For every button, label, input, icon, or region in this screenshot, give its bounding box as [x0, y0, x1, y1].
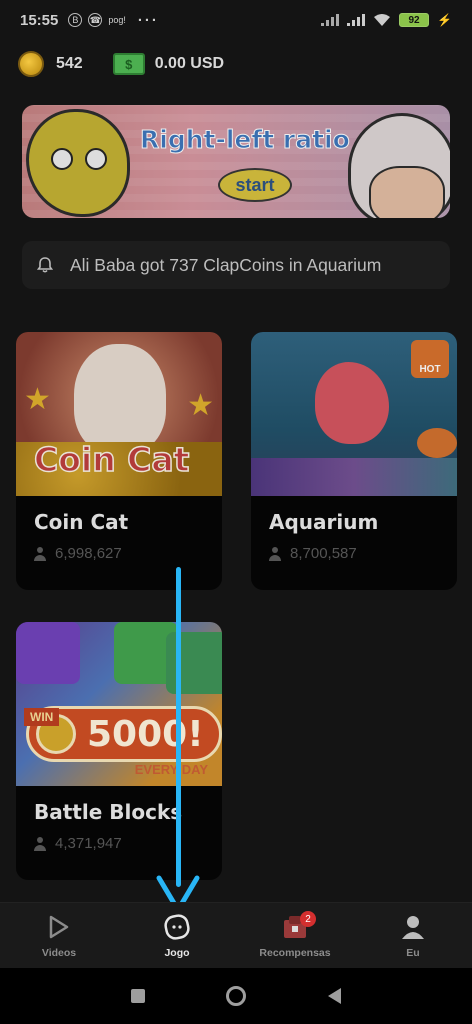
every-day-label: EVERY DAY	[134, 762, 208, 777]
nav-eu[interactable]: Eu	[354, 903, 472, 968]
charging-icon: ⚡	[437, 13, 452, 27]
user-icon	[34, 546, 46, 561]
game-icon	[163, 913, 191, 941]
user-icon	[34, 836, 46, 851]
game-card-aquarium[interactable]: HOT Aquarium 8,700,587	[251, 332, 457, 590]
nav-label: Recompensas	[259, 946, 331, 959]
player-count-value: 4,371,947	[55, 835, 122, 852]
status-right: 92 ⚡	[321, 13, 452, 27]
game-title: Battle Blocks	[34, 800, 183, 824]
more-notifications-icon: ···	[137, 11, 159, 29]
b-notification-icon: B	[68, 13, 83, 27]
signal-icon	[321, 14, 340, 26]
balance-row: 542 $ 0.00 USD	[18, 50, 254, 78]
player-count: 4,371,947	[34, 835, 122, 852]
rewards-badge: 2	[300, 911, 316, 927]
nav-videos[interactable]: Videos	[0, 903, 118, 968]
back-button[interactable]	[328, 988, 342, 1004]
cat-character	[74, 344, 166, 454]
aquarium-thumbnail: HOT	[251, 332, 457, 496]
game-card-battle-blocks[interactable]: 5000! WIN EVERY DAY Battle Blocks 4,371,…	[16, 622, 222, 880]
cash-icon: $	[112, 53, 145, 75]
game-title: Coin Cat	[34, 510, 129, 534]
home-button[interactable]	[226, 986, 247, 1006]
player-count: 6,998,627	[34, 545, 122, 562]
bell-icon	[36, 257, 54, 273]
green-block-2	[166, 632, 222, 694]
coral-reef	[251, 458, 457, 496]
profile-icon	[399, 913, 427, 941]
coin-icon	[18, 51, 44, 77]
star-icon: ★	[24, 383, 51, 416]
winner-notification: Ali Baba got 737 ClapCoins in Aquarium	[22, 241, 450, 289]
lemon-eye-left	[51, 148, 73, 170]
game-title: Aquarium	[269, 510, 379, 534]
game-card-coin-cat[interactable]: ★ ★ Coin Cat Coin Cat 6,998,627	[16, 332, 222, 590]
recents-button[interactable]	[130, 989, 145, 1003]
nav-label: Eu	[406, 946, 420, 959]
play-icon	[45, 913, 73, 941]
player-count-value: 8,700,587	[290, 545, 357, 562]
user-icon	[269, 546, 281, 561]
granny-face	[369, 166, 445, 218]
notification-text: Ali Baba got 737 ClapCoins in Aquarium	[70, 254, 382, 275]
notification-text: pog!	[108, 15, 126, 25]
hot-badge: HOT	[411, 340, 449, 378]
player-count-value: 6,998,627	[55, 545, 122, 562]
status-bar: 15:55 B ☎ pog! ··· 92 ⚡	[0, 0, 472, 40]
system-navigation	[0, 968, 472, 1024]
nav-label: Videos	[41, 946, 77, 959]
signal-icon-2	[347, 14, 366, 26]
purple-block	[16, 622, 80, 684]
coin-cat-logo: Coin Cat	[33, 439, 190, 480]
battle-blocks-thumbnail: 5000! WIN EVERY DAY	[16, 622, 222, 786]
player-count: 8,700,587	[269, 545, 357, 562]
promo-banner[interactable]: Right-left ratio start	[22, 105, 450, 218]
win-label: WIN	[24, 708, 60, 726]
app-screen: 15:55 B ☎ pog! ··· 92 ⚡ 542 $ 0.00 USD R…	[0, 0, 472, 1024]
star-icon: ★	[187, 389, 214, 422]
bottom-navigation: Videos Jogo 2 Recompensas Eu	[0, 902, 472, 968]
nav-jogo[interactable]: Jogo	[118, 903, 236, 968]
lemon-eye-right	[85, 148, 107, 170]
nav-label: Jogo	[164, 946, 190, 959]
wifi-icon	[374, 14, 391, 26]
coin-cat-thumbnail: ★ ★ Coin Cat	[16, 332, 222, 496]
small-fish	[417, 428, 457, 458]
granny-character	[348, 113, 450, 218]
banner-title: Right-left ratio	[140, 125, 351, 155]
pointer-arrow-shaft	[176, 567, 181, 887]
whatsapp-icon: ☎	[88, 13, 103, 27]
banner-start-button[interactable]: start	[218, 168, 292, 202]
nav-recompensas[interactable]: 2 Recompensas	[236, 903, 354, 968]
battery-icon: 92	[399, 13, 430, 27]
usd-balance: 0.00 USD	[154, 55, 225, 72]
fish-character	[315, 362, 389, 444]
status-time: 15:55	[20, 11, 59, 29]
coin-balance: 542	[56, 55, 83, 72]
